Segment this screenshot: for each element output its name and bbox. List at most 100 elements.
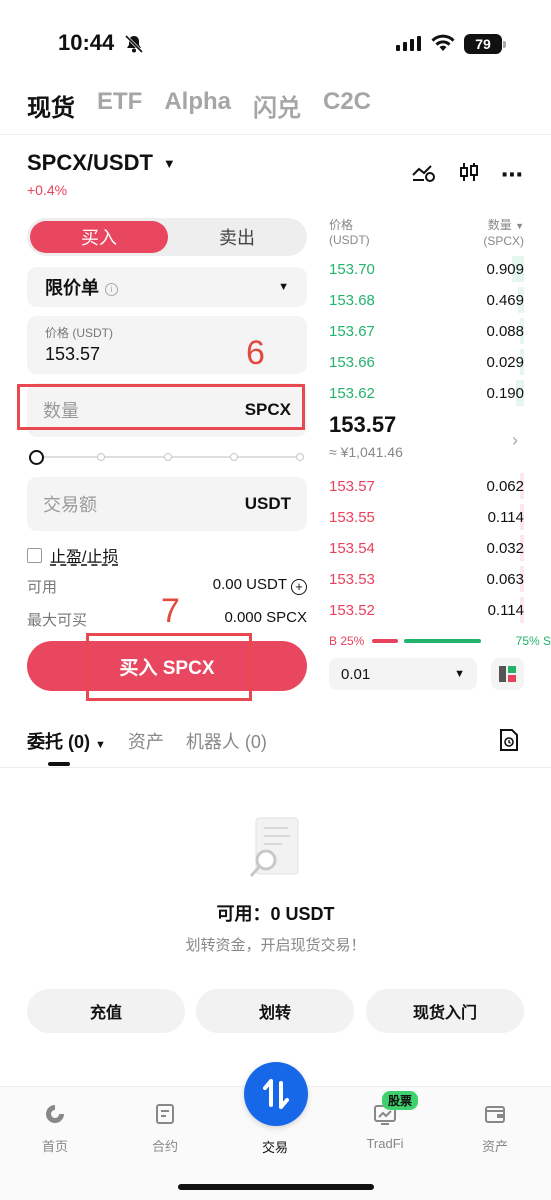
tab-bots[interactable]: 机器人 (0) — [186, 728, 267, 754]
divider — [0, 767, 551, 768]
bell-slash-icon — [124, 34, 144, 59]
tab-assets[interactable]: 资产 — [128, 728, 164, 754]
tpsl-option[interactable]: 止盈/止损 — [27, 543, 118, 567]
bid-row[interactable]: 153.54 0.032 — [329, 533, 524, 563]
bid-qty: 0.114 — [487, 601, 524, 619]
trade-icon — [263, 1079, 289, 1109]
tab-spot[interactable]: 现货 — [27, 88, 75, 123]
transfer-hint-text: 划转资金，开启现货交易！ — [185, 937, 366, 954]
ask-price: 153.68 — [329, 291, 375, 309]
sell-ratio-bar — [404, 639, 481, 643]
slider-tick-50[interactable] — [164, 453, 172, 461]
ask-qty: 0.029 — [486, 353, 524, 371]
bid-row[interactable]: 153.55 0.114 — [329, 502, 524, 532]
cellular-signal-icon — [396, 36, 421, 51]
home-indicator — [178, 1184, 374, 1190]
deposit-button[interactable]: 充值 — [27, 989, 185, 1033]
ask-qty: 0.190 — [486, 384, 524, 402]
slider-tick-75[interactable] — [230, 453, 238, 461]
buy-tab[interactable]: 买入 — [30, 221, 168, 253]
buy-ratio-label: B 25% — [329, 634, 365, 648]
available-value: 0.00 USDT — [212, 576, 287, 593]
ask-row[interactable]: 153.70 0.909 — [329, 254, 524, 284]
ask-price: 153.67 — [329, 322, 375, 340]
slider-tick-25[interactable] — [97, 453, 105, 461]
pair-selector[interactable]: SPCX/USDT ▼ — [27, 150, 176, 176]
status-time: 10:44 — [58, 30, 115, 55]
nav-tradfi-label: TradFi — [366, 1136, 404, 1151]
nav-home[interactable]: 首页 — [20, 1102, 90, 1155]
bid-qty: 0.062 — [486, 477, 524, 495]
price-header-unit: (USDT) — [329, 233, 370, 247]
price-header-label: 价格 — [329, 218, 354, 232]
add-funds-icon[interactable]: + — [291, 578, 307, 595]
empty-document-icon — [248, 816, 304, 887]
price-alert-icon[interactable] — [411, 161, 437, 188]
tab-c2c[interactable]: C2C — [323, 88, 371, 123]
ask-price: 153.62 — [329, 384, 375, 402]
chevron-right-icon[interactable]: › — [512, 430, 518, 451]
available-label: 可用 — [27, 579, 58, 596]
tab-open-orders[interactable]: 委托 (0) ▼ — [27, 728, 106, 754]
ask-row[interactable]: 153.68 0.469 — [329, 285, 524, 315]
info-icon[interactable]: i — [105, 282, 118, 296]
ask-row[interactable]: 153.66 0.029 — [329, 347, 524, 377]
sell-tab[interactable]: 卖出 — [168, 221, 306, 253]
caret-down-icon: ▼ — [95, 739, 106, 751]
stock-badge: 股票 — [382, 1091, 419, 1110]
slider-tick-100[interactable] — [296, 453, 304, 461]
ask-price: 153.70 — [329, 260, 375, 278]
price-input[interactable]: 价格 (USDT) 153.57 — [27, 316, 307, 374]
amount-input[interactable]: 交易额 USDT — [27, 477, 307, 531]
order-history-icon[interactable] — [498, 728, 520, 757]
wifi-icon — [430, 33, 456, 58]
bid-price: 153.54 — [329, 539, 375, 557]
bid-price: 153.57 — [329, 477, 375, 495]
sell-ratio-label: 75% S — [515, 634, 551, 648]
spot-guide-button[interactable]: 现货入门 — [366, 989, 524, 1033]
step-annotation-7: 7 — [161, 592, 180, 630]
nav-futures[interactable]: 合约 — [130, 1102, 200, 1155]
trade-button[interactable] — [244, 1062, 308, 1126]
bid-row[interactable]: 153.57 0.062 — [329, 471, 524, 501]
bid-row[interactable]: 153.52 0.114 — [329, 595, 524, 625]
tab-convert[interactable]: 闪兑 — [253, 88, 301, 123]
nav-trade-label-wrap[interactable]: 交易 — [240, 1137, 310, 1156]
bid-qty: 0.063 — [486, 570, 524, 588]
ask-qty: 0.469 — [486, 291, 524, 309]
last-price: 153.57 — [329, 412, 397, 437]
more-icon[interactable]: ⋯ — [501, 162, 525, 188]
tab-etf[interactable]: ETF — [97, 88, 142, 123]
order-type-label: 限价单 — [45, 278, 99, 298]
top-tabs: 现货 ETF Alpha 闪兑 C2C — [27, 88, 371, 123]
tpsl-checkbox[interactable] — [27, 547, 42, 563]
home-icon — [46, 1105, 64, 1123]
bid-qty: 0.032 — [486, 539, 524, 557]
nav-assets[interactable]: 资产 — [460, 1102, 530, 1155]
order-type-select[interactable]: 限价单 i ▼ — [27, 267, 307, 307]
bid-price: 153.55 — [329, 508, 375, 526]
orderbook-layout-button[interactable] — [491, 658, 524, 690]
qty-header-label: 数量 — [487, 218, 512, 232]
ask-row[interactable]: 153.62 0.190 — [329, 378, 524, 408]
step-annotation-6: 6 — [246, 334, 265, 372]
nav-home-label: 首页 — [41, 1139, 68, 1154]
orderbook-qty-header[interactable]: 数量 ▼ (SPCX) — [483, 218, 524, 249]
ask-row[interactable]: 153.67 0.088 — [329, 316, 524, 346]
bid-price: 153.52 — [329, 601, 375, 619]
precision-value: 0.01 — [341, 665, 371, 683]
tab-alpha[interactable]: Alpha — [164, 88, 231, 123]
slider-handle[interactable] — [29, 450, 44, 465]
tpsl-label: 止盈/止损 — [50, 549, 119, 566]
last-price-cny: ≈ ¥1,041.46 — [329, 444, 403, 460]
amount-unit: USDT — [244, 494, 291, 513]
max-buy-value: 0.000 SPCX — [224, 609, 307, 626]
transfer-button[interactable]: 划转 — [196, 989, 354, 1033]
candlestick-chart-icon[interactable] — [457, 160, 481, 189]
ask-price: 153.66 — [329, 353, 375, 371]
layout-icon — [499, 666, 516, 682]
caret-down-icon: ▼ — [162, 155, 176, 171]
caret-down-icon: ▼ — [454, 668, 465, 680]
precision-select[interactable]: 0.01 ▼ — [329, 658, 477, 690]
bid-row[interactable]: 153.53 0.063 — [329, 564, 524, 594]
